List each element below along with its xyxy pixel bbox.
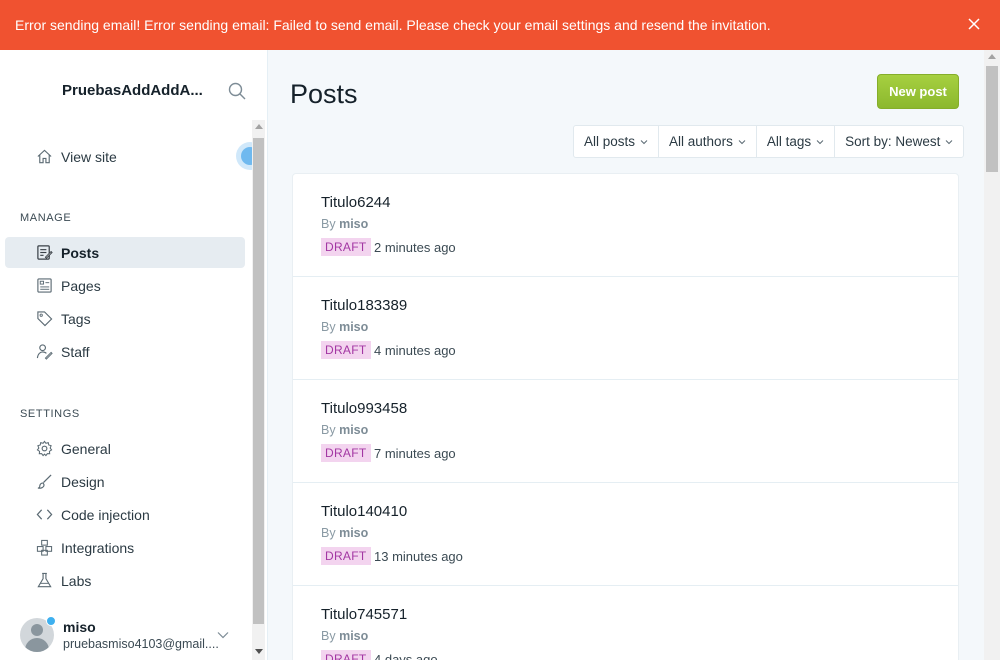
post-title: Titulo993458 bbox=[321, 400, 408, 417]
posts-list: Titulo6244 By miso DRAFT 2 minutes ago T… bbox=[292, 173, 959, 660]
filter-all-posts[interactable]: All posts bbox=[574, 126, 660, 157]
post-time: 4 days ago bbox=[374, 652, 438, 660]
sidebar-item-label: Pages bbox=[61, 277, 101, 294]
notification-dot bbox=[46, 616, 56, 626]
filter-sort[interactable]: Sort by: Newest bbox=[835, 126, 963, 157]
code-icon bbox=[36, 509, 53, 520]
sidebar-item-code-injection[interactable]: Code injection bbox=[5, 499, 245, 530]
sidebar-item-label: Posts bbox=[61, 244, 100, 261]
post-time: 13 minutes ago bbox=[374, 549, 463, 564]
user-name: miso bbox=[63, 619, 96, 635]
chevron-down-icon bbox=[738, 139, 746, 144]
search-icon[interactable] bbox=[228, 82, 246, 100]
list-item[interactable]: Titulo6244 By miso DRAFT 2 minutes ago bbox=[293, 174, 958, 277]
view-site-link[interactable]: View site bbox=[5, 141, 245, 172]
post-author: By miso bbox=[321, 320, 369, 334]
sidebar-item-label: Staff bbox=[61, 343, 90, 360]
new-post-button[interactable]: New post bbox=[877, 74, 959, 109]
gear-icon bbox=[36, 440, 53, 457]
sidebar-item-labs[interactable]: Labs bbox=[5, 565, 245, 596]
chevron-down-icon[interactable] bbox=[216, 628, 230, 642]
post-author: By miso bbox=[321, 629, 369, 643]
chevron-down-icon bbox=[816, 139, 824, 144]
sidebar-item-label: Labs bbox=[61, 572, 92, 589]
post-title: Titulo183389 bbox=[321, 297, 408, 314]
list-item[interactable]: Titulo140410 By miso DRAFT 13 minutes ag… bbox=[293, 483, 958, 586]
brush-icon bbox=[37, 474, 52, 489]
status-badge: DRAFT bbox=[321, 341, 371, 359]
chevron-down-icon bbox=[640, 139, 648, 144]
sidebar-item-label: Integrations bbox=[61, 539, 135, 556]
chevron-down-icon bbox=[946, 139, 953, 144]
sidebar-scrollbar[interactable] bbox=[252, 120, 265, 660]
main-scrollbar[interactable] bbox=[984, 50, 1000, 660]
status-badge: DRAFT bbox=[321, 444, 371, 462]
post-time: 4 minutes ago bbox=[374, 343, 456, 358]
user-email: pruebasmiso4103@gmail.... bbox=[63, 637, 219, 651]
tag-icon bbox=[37, 311, 53, 327]
post-title: Titulo6244 bbox=[321, 194, 391, 211]
manage-section-label: MANAGE bbox=[20, 212, 72, 224]
posts-icon bbox=[37, 245, 53, 260]
status-badge: DRAFT bbox=[321, 650, 371, 660]
list-item[interactable]: Titulo745571 By miso DRAFT 4 days ago bbox=[293, 586, 958, 660]
post-filters: All posts All authors All tags Sort by: … bbox=[573, 125, 965, 158]
user-menu[interactable]: miso pruebasmiso4103@gmail.... bbox=[20, 616, 250, 656]
integrations-icon bbox=[36, 539, 53, 556]
error-alert-banner: Error sending email! Error sending email… bbox=[0, 0, 1000, 50]
sidebar-item-posts[interactable]: Posts bbox=[5, 237, 245, 268]
post-author: By miso bbox=[321, 217, 369, 231]
sidebar-item-tags[interactable]: Tags bbox=[5, 303, 245, 334]
post-time: 2 minutes ago bbox=[374, 240, 456, 255]
staff-icon bbox=[36, 344, 53, 360]
main-content: Posts New post All posts All authors All… bbox=[268, 50, 984, 660]
sidebar-item-label: General bbox=[61, 440, 111, 457]
post-title: Titulo745571 bbox=[321, 606, 408, 623]
sidebar-item-integrations[interactable]: Integrations bbox=[5, 532, 245, 563]
post-title: Titulo140410 bbox=[321, 503, 408, 520]
filter-all-authors[interactable]: All authors bbox=[659, 126, 757, 157]
status-badge: DRAFT bbox=[321, 547, 371, 565]
settings-section-label: SETTINGS bbox=[20, 408, 80, 420]
list-item[interactable]: Titulo993458 By miso DRAFT 7 minutes ago bbox=[293, 380, 958, 483]
sidebar-item-label: Code injection bbox=[61, 506, 150, 523]
view-site-label: View site bbox=[61, 148, 117, 165]
sidebar-item-general[interactable]: General bbox=[5, 433, 245, 464]
post-time: 7 minutes ago bbox=[374, 446, 456, 461]
sidebar-item-label: Tags bbox=[61, 310, 91, 327]
sidebar-item-design[interactable]: Design bbox=[5, 466, 245, 497]
page-title: Posts bbox=[290, 79, 358, 109]
home-icon bbox=[37, 149, 52, 164]
sidebar-item-label: Design bbox=[61, 473, 105, 490]
close-icon[interactable] bbox=[966, 16, 982, 32]
pages-icon bbox=[37, 278, 52, 293]
flask-icon bbox=[37, 572, 52, 588]
sidebar: PruebasAddAddA... View site MANAGE Posts bbox=[0, 50, 268, 660]
list-item[interactable]: Titulo183389 By miso DRAFT 4 minutes ago bbox=[293, 277, 958, 380]
status-badge: DRAFT bbox=[321, 238, 371, 256]
site-title[interactable]: PruebasAddAddA... bbox=[62, 82, 203, 99]
alert-message: Error sending email! Error sending email… bbox=[15, 17, 771, 33]
sidebar-item-staff[interactable]: Staff bbox=[5, 336, 245, 367]
post-author: By miso bbox=[321, 423, 369, 437]
sidebar-item-pages[interactable]: Pages bbox=[5, 270, 245, 301]
post-author: By miso bbox=[321, 526, 369, 540]
filter-all-tags[interactable]: All tags bbox=[757, 126, 836, 157]
